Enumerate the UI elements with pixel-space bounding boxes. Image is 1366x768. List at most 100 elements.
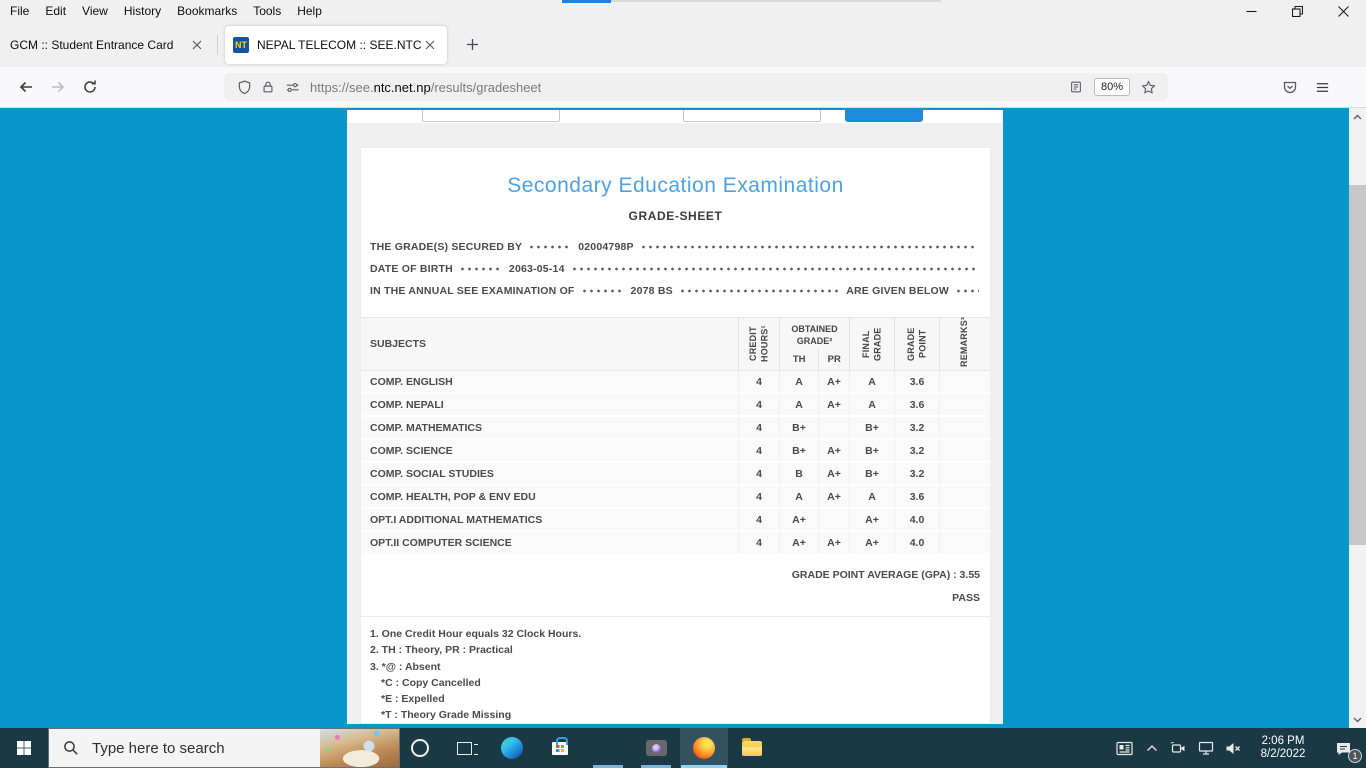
hidden-icons-chevron[interactable] xyxy=(1138,728,1165,768)
store-icon xyxy=(552,736,568,755)
close-window-button[interactable] xyxy=(1320,0,1366,22)
subject-cell: OPT.I ADDITIONAL MATHEMATICS xyxy=(370,513,543,526)
volume-muted-icon[interactable] xyxy=(1219,728,1246,768)
store-taskbar-button[interactable] xyxy=(536,728,584,768)
nepal-telecom-favicon: NT xyxy=(233,36,249,53)
remarks-cell xyxy=(939,417,990,438)
minimize-button[interactable] xyxy=(1228,0,1274,22)
grades-table-header: SUBJECTS CREDIT HOURS¹ OBTAINED GRADE² T… xyxy=(361,317,990,371)
notification-count-badge: 1 xyxy=(1348,749,1362,763)
permissions-icon[interactable] xyxy=(280,75,304,99)
page-scrollbar[interactable] xyxy=(1349,108,1366,728)
scrollbar-thumb[interactable] xyxy=(1349,185,1366,545)
theory-grade-cell: B+ xyxy=(779,417,818,438)
news-widget-icon[interactable] xyxy=(1111,728,1138,768)
table-row: COMP. HEALTH, POP & ENV EDU 4 A A+ A 3.6 xyxy=(361,486,990,509)
hamburger-menu-icon[interactable] xyxy=(1306,71,1338,103)
windows-taskbar: Type here to search 2:06 PM 8/2/2022 1 xyxy=(0,728,1366,768)
remarks-cell xyxy=(939,486,990,507)
snipping-tool-taskbar-button[interactable] xyxy=(584,728,632,768)
network-ethernet-icon[interactable] xyxy=(1192,728,1219,768)
forward-button[interactable] xyxy=(42,71,74,103)
menu-history[interactable]: History xyxy=(116,0,169,22)
symbol-number-value: 02004798P xyxy=(578,241,634,253)
student-info-lines: THE GRADE(S) SECURED BY 02004798P DATE O… xyxy=(370,236,981,302)
table-row: COMP. NEPALI 4 A A+ A 3.6 xyxy=(361,394,990,417)
menu-edit[interactable]: Edit xyxy=(37,0,74,22)
info-line-grades-secured-by: THE GRADE(S) SECURED BY 02004798P xyxy=(370,236,981,258)
grades-table-body: COMP. ENGLISH 4 A A+ A 3.6 COMP. NEPALI 4 A A+ A 3.… xyxy=(361,371,990,555)
cortana-button[interactable] xyxy=(400,728,440,768)
cortana-icon xyxy=(411,739,429,757)
url-path: /results/gradesheet xyxy=(430,79,542,95)
menu-bookmarks[interactable]: Bookmarks xyxy=(169,0,245,22)
tracking-protection-shield-icon[interactable] xyxy=(232,75,256,99)
url-bar[interactable]: https://see.ntc.net.np/results/gradeshee… xyxy=(224,73,1168,101)
subject-cell: COMP. SCIENCE xyxy=(370,444,453,457)
table-row: COMP. ENGLISH 4 A A+ A 3.6 xyxy=(361,371,990,394)
dot-leader xyxy=(528,245,573,249)
bookmark-star-icon[interactable] xyxy=(1136,75,1160,99)
task-view-taskbar-button[interactable] xyxy=(440,728,488,768)
action-center-button[interactable]: 1 xyxy=(1320,728,1366,768)
search-highlight-image[interactable] xyxy=(320,729,399,767)
gradesheet-card: Secondary Education Examination GRADE-SH… xyxy=(360,147,991,724)
credit-hours-cell: 4 xyxy=(738,417,779,438)
practical-grade-cell: A+ xyxy=(818,486,849,507)
result-status: PASS xyxy=(952,592,980,604)
taskbar-clock[interactable]: 2:06 PM 8/2/2022 xyxy=(1246,735,1320,762)
menu-view[interactable]: View xyxy=(74,0,116,22)
close-tab-icon[interactable] xyxy=(421,36,439,54)
scrollbar-up-arrow[interactable] xyxy=(1349,108,1366,125)
file-explorer-taskbar-button[interactable] xyxy=(728,728,776,768)
firefox-taskbar-button[interactable] xyxy=(680,728,728,768)
tab-gcm-student-entrance-card[interactable]: GCM :: Student Entrance Card xyxy=(0,26,214,64)
meet-now-icon[interactable] xyxy=(1165,728,1192,768)
credit-hours-cell: 4 xyxy=(738,486,779,507)
dot-leader xyxy=(955,289,979,293)
tab-nepal-telecom-active[interactable]: NT NEPAL TELECOM :: SEE.NTC.NET xyxy=(225,25,447,64)
back-button[interactable] xyxy=(10,71,42,103)
scrollbar-down-arrow[interactable] xyxy=(1349,711,1366,728)
search-placeholder-text: Type here to search xyxy=(92,739,225,757)
page-title: Secondary Education Examination xyxy=(507,174,844,197)
clock-date: 8/2/2022 xyxy=(1260,748,1306,760)
header-th: TH xyxy=(792,354,806,365)
date-of-birth-input[interactable] xyxy=(683,110,821,122)
reader-view-icon[interactable] xyxy=(1064,75,1088,99)
start-button[interactable] xyxy=(0,728,48,768)
loading-bar-track xyxy=(611,0,941,2)
header-remarks: REMARKS³ xyxy=(939,317,990,370)
zoom-level-button[interactable]: 80% xyxy=(1093,78,1130,96)
menu-file[interactable]: File xyxy=(0,0,37,22)
connection-lock-icon[interactable] xyxy=(256,75,280,99)
header-final-grade: FINAL GRADE xyxy=(849,318,894,370)
grade-point-cell: 3.6 xyxy=(894,394,939,415)
close-tab-icon[interactable] xyxy=(188,36,206,54)
final-grade-cell: B+ xyxy=(849,417,894,438)
credit-hours-cell: 4 xyxy=(738,440,779,461)
final-grade-cell: B+ xyxy=(849,440,894,461)
menu-help[interactable]: Help xyxy=(289,0,330,22)
search-form-strip xyxy=(347,110,1003,123)
taskbar-search-input[interactable]: Type here to search xyxy=(48,728,400,768)
url-text[interactable]: https://see.ntc.net.np/results/gradeshee… xyxy=(310,80,1064,95)
camera-taskbar-button[interactable] xyxy=(632,728,680,768)
new-tab-button[interactable] xyxy=(457,30,487,60)
edge-taskbar-button[interactable] xyxy=(488,728,536,768)
header-subjects: SUBJECTS xyxy=(370,338,427,350)
symbol-number-input[interactable] xyxy=(422,110,560,122)
menu-tools[interactable]: Tools xyxy=(245,0,289,22)
footnote-line: *T : Theory Grade Missing xyxy=(381,709,512,722)
restore-button[interactable] xyxy=(1274,0,1320,22)
pocket-icon[interactable] xyxy=(1274,71,1306,103)
grade-point-cell: 3.2 xyxy=(894,417,939,438)
task-view-icon xyxy=(456,741,478,755)
search-submit-button[interactable] xyxy=(845,110,923,122)
subject-cell: COMP. ENGLISH xyxy=(370,375,453,388)
practical-grade-cell: A+ xyxy=(818,532,849,553)
header-pr: PR xyxy=(818,349,849,370)
theory-grade-cell: B+ xyxy=(779,440,818,461)
table-row: OPT.I ADDITIONAL MATHEMATICS 4 A+ A+ 4.0 xyxy=(361,509,990,532)
reload-button[interactable] xyxy=(74,71,106,103)
